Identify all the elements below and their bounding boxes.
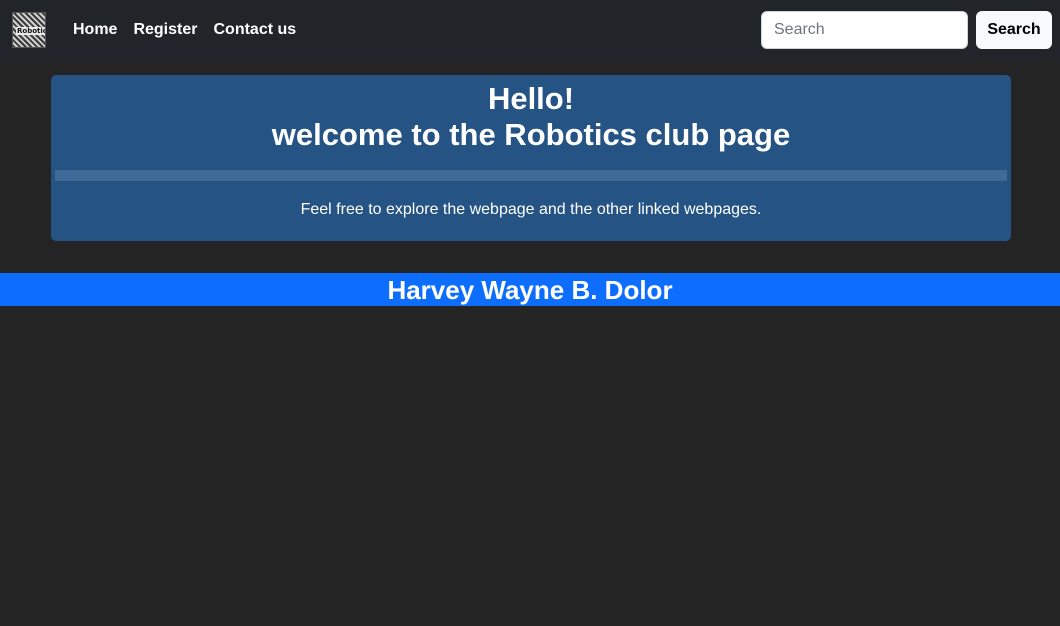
nav-link-register[interactable]: Register — [133, 20, 197, 40]
name-banner: Harvey Wayne B. Dolor — [0, 273, 1060, 306]
welcome-jumbotron: Hello! welcome to the Robotics club page… — [51, 75, 1011, 241]
hero-divider — [55, 170, 1007, 181]
hero-title: Hello! — [487, 81, 575, 116]
search-button[interactable]: Search — [976, 11, 1052, 49]
logo-text: Robotics — [16, 27, 45, 35]
robotics-logo[interactable]: Robotics — [12, 12, 46, 48]
hero-subtitle: welcome to the Robotics club page — [271, 117, 791, 152]
hero-text: Feel free to explore the webpage and the… — [300, 201, 762, 218]
nav-link-contact-us[interactable]: Contact us — [213, 20, 296, 40]
top-navbar: Robotics Home Register Contact us Search — [0, 0, 1060, 62]
search-input[interactable] — [761, 11, 968, 49]
nav-link-home[interactable]: Home — [73, 20, 117, 40]
nav-links: Home Register Contact us — [73, 20, 312, 40]
